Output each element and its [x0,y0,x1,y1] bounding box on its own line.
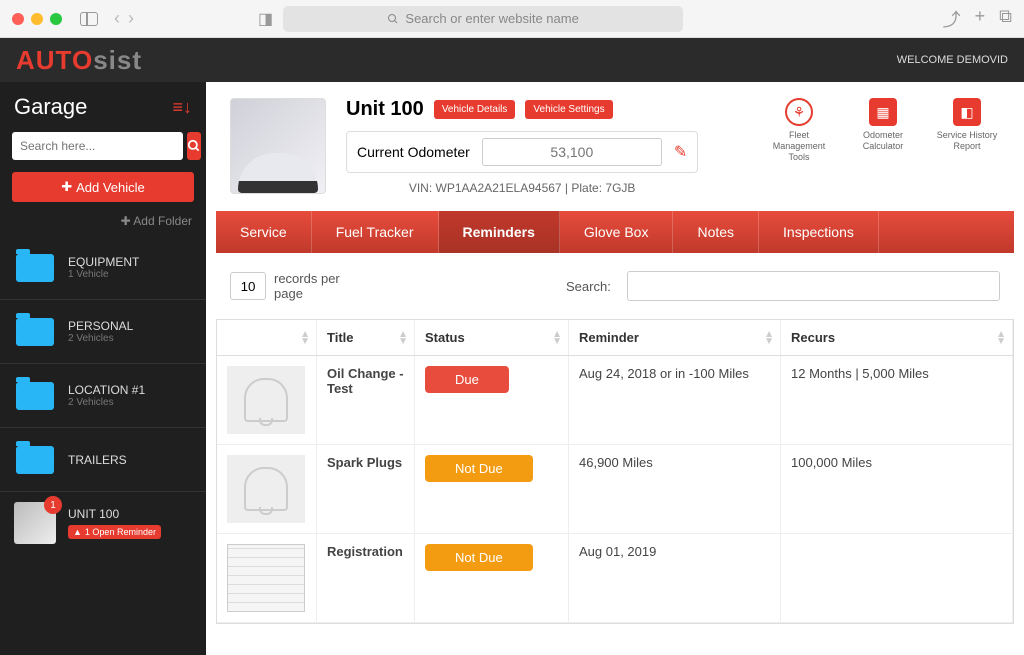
th-title[interactable]: Title▲▼ [317,320,415,355]
vin-plate-text: VIN: WP1AA2A21ELA94567 | Plate: 7GJB [346,181,698,195]
status-badge: Not Due [425,544,533,571]
url-placeholder: Search or enter website name [405,11,578,26]
th-status[interactable]: Status▲▼ [415,320,569,355]
vehicle-details-button[interactable]: Vehicle Details [434,100,516,119]
main-panel: Unit 100 Vehicle Details Vehicle Setting… [206,82,1024,655]
tab-inspections[interactable]: Inspections [759,211,879,253]
reminders-table: ▲▼ Title▲▼ Status▲▼ Reminder▲▼ Recurs▲▼ … [216,319,1014,624]
sidebar: Garage ≡↓ ✚ Add Vehicle ✚ Add Folder EQU… [0,82,206,655]
odometer-label: Current Odometer [357,144,470,160]
share-icon[interactable]: ⤴ [943,6,961,32]
history-icon: ◧ [953,98,981,126]
status-badge: Due [425,366,509,393]
folder-icon [16,382,54,410]
tab-fuel-tracker[interactable]: Fuel Tracker [312,211,439,253]
sidebar-toggle-icon[interactable] [80,12,98,26]
plus-icon: ✚ [121,214,131,228]
document-thumbnail [227,544,305,612]
reminder-badge: 1 [44,496,62,514]
table-row[interactable]: Spark Plugs Not Due 46,900 Miles 100,000… [217,445,1013,534]
new-tab-icon[interactable]: + [975,6,986,32]
window-controls [12,13,62,25]
folder-icon [16,254,54,282]
table-row[interactable]: Oil Change - Test Due Aug 24, 2018 or in… [217,356,1013,445]
edit-icon[interactable]: ✎ [674,142,687,162]
back-arrow-icon[interactable]: ‹ [114,8,120,29]
vehicle-title: Unit 100 [346,98,424,121]
th-recurs[interactable]: Recurs▲▼ [781,320,1013,355]
sidebar-folder-equipment[interactable]: EQUIPMENT 1 Vehicle [0,236,206,300]
table-header: ▲▼ Title▲▼ Status▲▼ Reminder▲▼ Recurs▲▼ [217,320,1013,356]
records-label: records per page [274,271,368,301]
sidebar-vehicle-unit100[interactable]: 1 UNIT 100 ▲ 1 Open Reminder [0,492,206,554]
sidebar-folder-location1[interactable]: LOCATION #1 2 Vehicles [0,364,206,428]
vehicle-header: Unit 100 Vehicle Details Vehicle Setting… [206,82,1024,211]
calculator-icon: ▦ [869,98,897,126]
records-per-page-select[interactable] [230,272,266,300]
sidebar-search-input[interactable] [12,132,183,160]
tabs: Service Fuel Tracker Reminders Glove Box… [216,211,1014,253]
search-icon [387,13,399,25]
table-search-input[interactable] [627,271,1000,301]
shield-icon[interactable]: ◨ [258,9,273,29]
welcome-text: WELCOME DEMOVID [897,54,1008,66]
table-controls: records per page Search: [206,253,1024,319]
sidebar-search-button[interactable] [187,132,201,160]
bell-icon [227,366,305,434]
odometer-calculator-tool[interactable]: ▦ Odometer Calculator [850,98,916,195]
garage-title: Garage [14,94,87,120]
tab-reminders[interactable]: Reminders [439,211,560,253]
maximize-window[interactable] [50,13,62,25]
table-row[interactable]: Registration Not Due Aug 01, 2019 [217,534,1013,623]
url-bar[interactable]: Search or enter website name [283,6,683,32]
th-reminder[interactable]: Reminder▲▼ [569,320,781,355]
tab-notes[interactable]: Notes [673,211,759,253]
close-window[interactable] [12,13,24,25]
logo[interactable]: AUTOsist [16,45,142,76]
add-vehicle-button[interactable]: ✚ Add Vehicle [12,172,194,202]
browser-chrome: ‹ › ◨ Search or enter website name ⤴ + ⧉ [0,0,1024,38]
forward-arrow-icon[interactable]: › [128,8,134,29]
plus-icon: ✚ [61,179,72,195]
sidebar-folder-personal[interactable]: PERSONAL 2 Vehicles [0,300,206,364]
vehicle-image[interactable] [230,98,326,194]
tab-glove-box[interactable]: Glove Box [560,211,674,253]
search-icon [187,139,201,153]
app-header: AUTOsist WELCOME DEMOVID [0,38,1024,82]
status-badge: Not Due [425,455,533,482]
odometer-input[interactable] [482,138,662,166]
tab-service[interactable]: Service [216,211,312,253]
sort-icon[interactable]: ≡↓ [172,97,192,118]
th-image[interactable]: ▲▼ [217,320,317,355]
bell-icon [227,455,305,523]
warning-icon: ▲ [73,527,82,537]
folder-icon [16,446,54,474]
open-reminder-badge[interactable]: ▲ 1 Open Reminder [68,525,161,539]
table-search-label: Search: [566,279,611,294]
fleet-management-tool[interactable]: ⚘ Fleet Management Tools [766,98,832,195]
sidebar-folder-trailers[interactable]: TRAILERS [0,428,206,492]
minimize-window[interactable] [31,13,43,25]
vehicle-thumbnail: 1 [14,502,56,544]
add-folder-button[interactable]: ✚ Add Folder [0,214,206,236]
fleet-icon: ⚘ [785,98,813,126]
service-history-tool[interactable]: ◧ Service History Report [934,98,1000,195]
vehicle-settings-button[interactable]: Vehicle Settings [525,100,612,119]
tabs-icon[interactable]: ⧉ [999,6,1012,32]
folder-icon [16,318,54,346]
